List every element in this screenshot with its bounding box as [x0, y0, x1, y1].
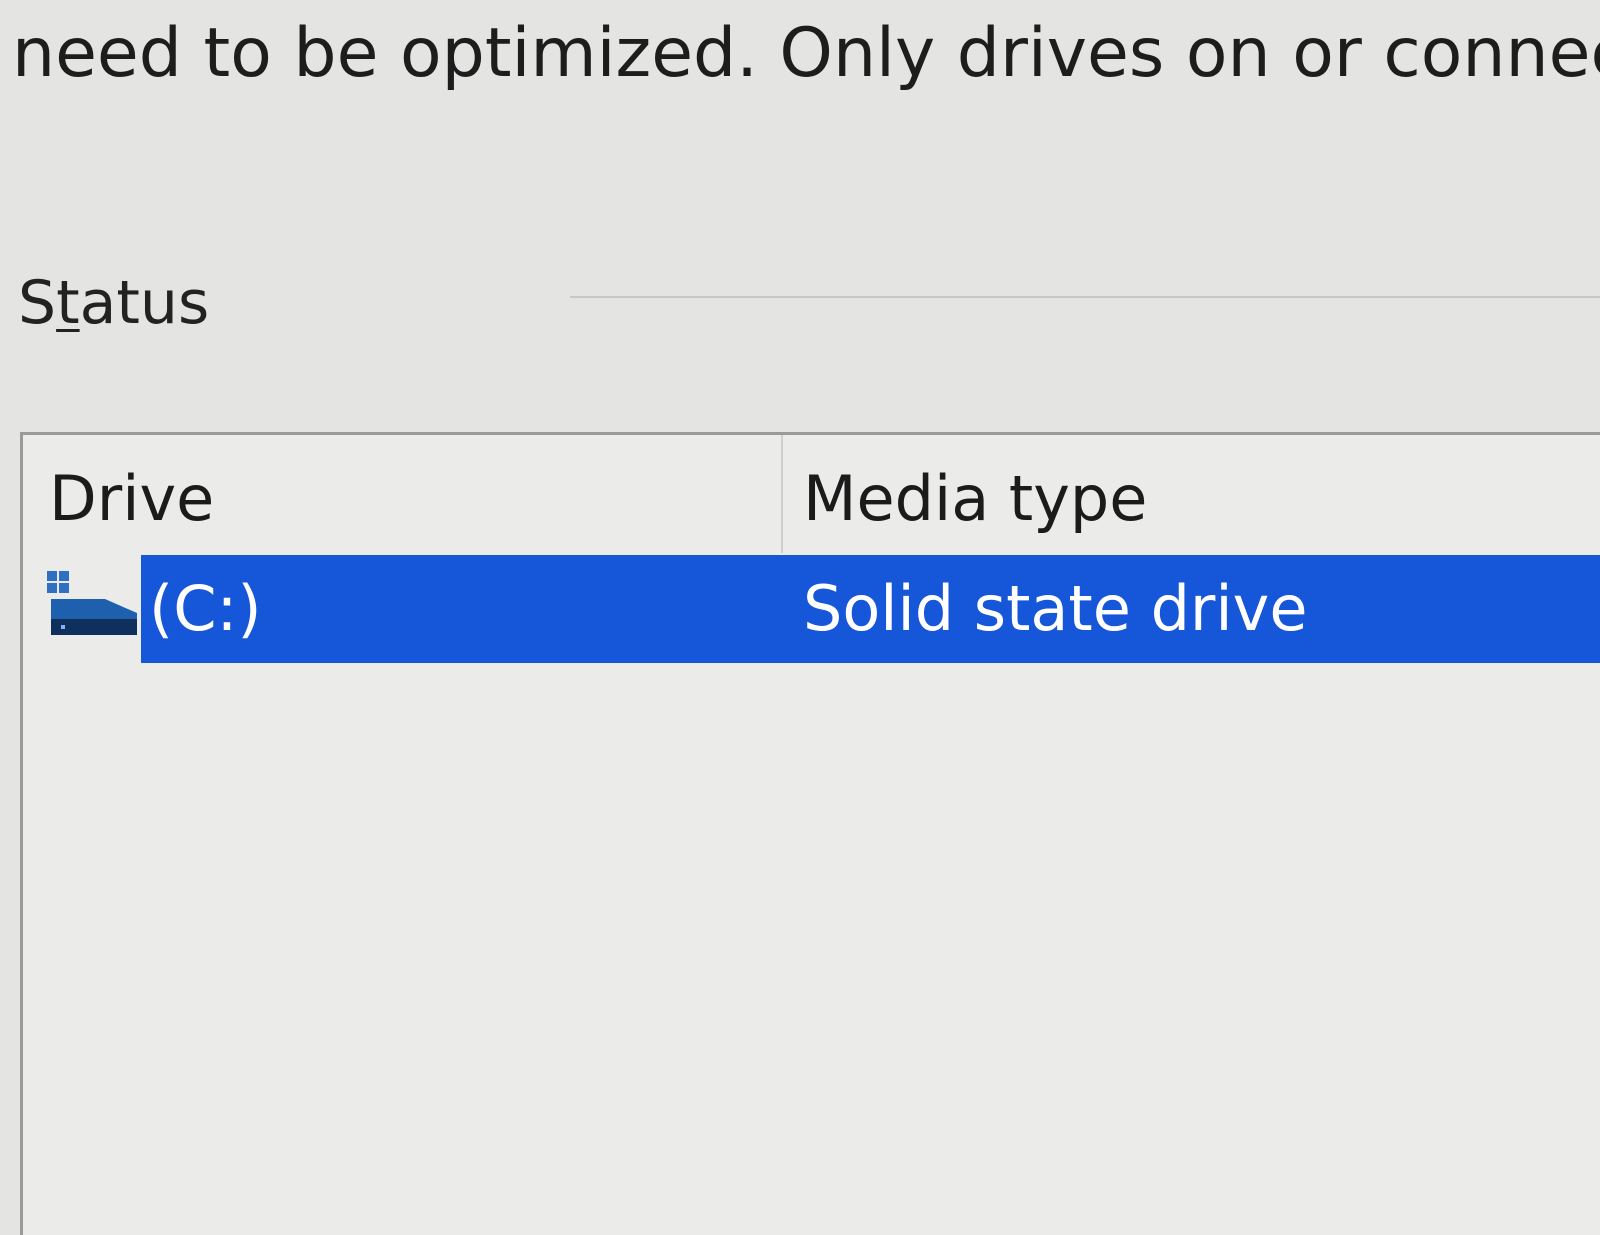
- drive-row-c[interactable]: (C:) Solid state drive: [23, 555, 1600, 663]
- windows-drive-icon: [47, 571, 137, 635]
- status-label-rest: atus: [79, 268, 210, 338]
- status-label-lead: S: [18, 268, 57, 338]
- column-header-media-type[interactable]: Media type: [803, 449, 1147, 549]
- description-text: need to be optimized. Only drives on or …: [12, 14, 1600, 93]
- column-header-drive[interactable]: Drive: [49, 449, 214, 549]
- status-label-accelerator: t: [56, 268, 80, 338]
- selected-row-highlight: (C:) Solid state drive: [141, 555, 1600, 663]
- drive-list[interactable]: Drive Media type (C:) Solid state drive: [20, 432, 1600, 1235]
- media-type: Solid state drive: [803, 572, 1308, 645]
- column-divider[interactable]: [781, 435, 783, 553]
- status-divider: [570, 296, 1600, 298]
- list-header: Drive Media type: [23, 435, 1600, 553]
- drive-name: (C:): [149, 572, 262, 645]
- status-label: Status: [18, 258, 209, 348]
- status-section: Status: [18, 258, 1600, 348]
